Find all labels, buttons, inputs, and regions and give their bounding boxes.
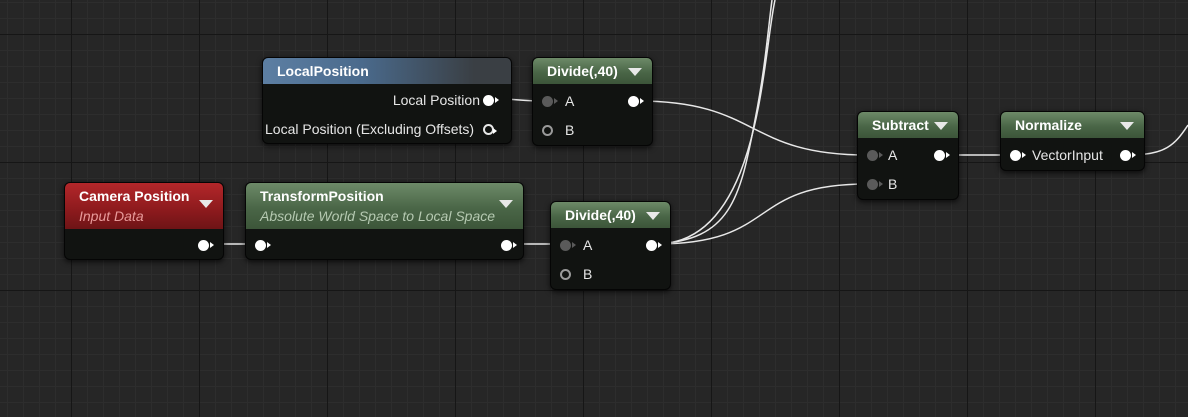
output-pin[interactable] [1120,150,1136,161]
input-pin-a[interactable] [560,240,576,251]
output-label-local-position-excluding-offsets: Local Position (Excluding Offsets) [265,121,475,137]
input-label-vectorinput: VectorInput [1032,147,1103,163]
output-pin-local-position-excluding-offsets[interactable] [483,124,497,135]
node-title: TransformPosition [260,188,384,204]
node-title: Divide(,40) [565,207,636,223]
node-title: Divide(,40) [547,63,618,79]
chevron-down-icon[interactable] [934,122,948,130]
chevron-down-icon[interactable] [628,68,642,76]
wire-divide-top-to-subtract-a[interactable] [637,100,868,156]
input-pin-b[interactable] [867,179,883,190]
wire-divide-bottom-to-subtract-b[interactable] [655,183,868,245]
node-title: Camera Position [79,188,190,204]
wire-divide-bottom-upward[interactable] [655,0,776,245]
input-pin-vectorinput[interactable] [1010,150,1026,161]
node-header[interactable]: Normalize [1001,112,1144,138]
divide-node-top[interactable]: Divide(,40) A B [532,57,653,146]
wire-divide-bottom-upward-2[interactable] [655,0,773,245]
input-label-b: B [583,266,593,282]
node-title: Subtract [872,117,929,133]
input-pin[interactable] [255,240,271,251]
node-subtitle: Absolute World Space to Local Space [260,208,496,224]
chevron-down-icon[interactable] [499,200,513,208]
input-label-b: B [565,122,575,138]
output-pin-local-position[interactable] [483,95,499,106]
subtract-node[interactable]: Subtract A B [857,111,959,200]
normalize-node[interactable]: Normalize VectorInput [1000,111,1145,171]
node-title: Normalize [1015,117,1082,133]
node-title: LocalPosition [277,63,369,79]
input-pin-a[interactable] [542,96,558,107]
node-header[interactable]: LocalPosition [263,58,511,84]
chevron-down-icon[interactable] [646,212,660,220]
node-subtitle: Input Data [79,208,144,224]
input-label-a: A [565,93,575,109]
chevron-down-icon[interactable] [1120,122,1134,130]
transform-position-node[interactable]: TransformPosition Absolute World Space t… [245,182,524,260]
divide-node-bottom[interactable]: Divide(,40) A B [550,201,671,290]
node-header[interactable]: Subtract [858,112,958,138]
output-pin[interactable] [198,240,214,251]
input-label-b: B [888,176,898,192]
output-pin[interactable] [934,150,950,161]
local-position-node[interactable]: LocalPosition Local Position Local Posit… [262,57,512,144]
input-label-a: A [888,147,898,163]
node-header[interactable]: Divide(,40) [533,58,652,84]
input-pin-b[interactable] [560,269,571,280]
input-label-a: A [583,237,593,253]
output-label-local-position: Local Position [392,92,480,108]
output-pin[interactable] [501,240,517,251]
output-pin[interactable] [628,96,644,107]
output-pin[interactable] [646,240,662,251]
input-pin-b[interactable] [542,125,553,136]
camera-position-node[interactable]: Camera Position Input Data [64,182,224,260]
node-header[interactable]: TransformPosition Absolute World Space t… [246,183,523,229]
chevron-down-icon[interactable] [199,200,213,208]
node-header[interactable]: Divide(,40) [551,202,670,228]
input-pin-a[interactable] [867,150,883,161]
node-header[interactable]: Camera Position Input Data [65,183,223,229]
